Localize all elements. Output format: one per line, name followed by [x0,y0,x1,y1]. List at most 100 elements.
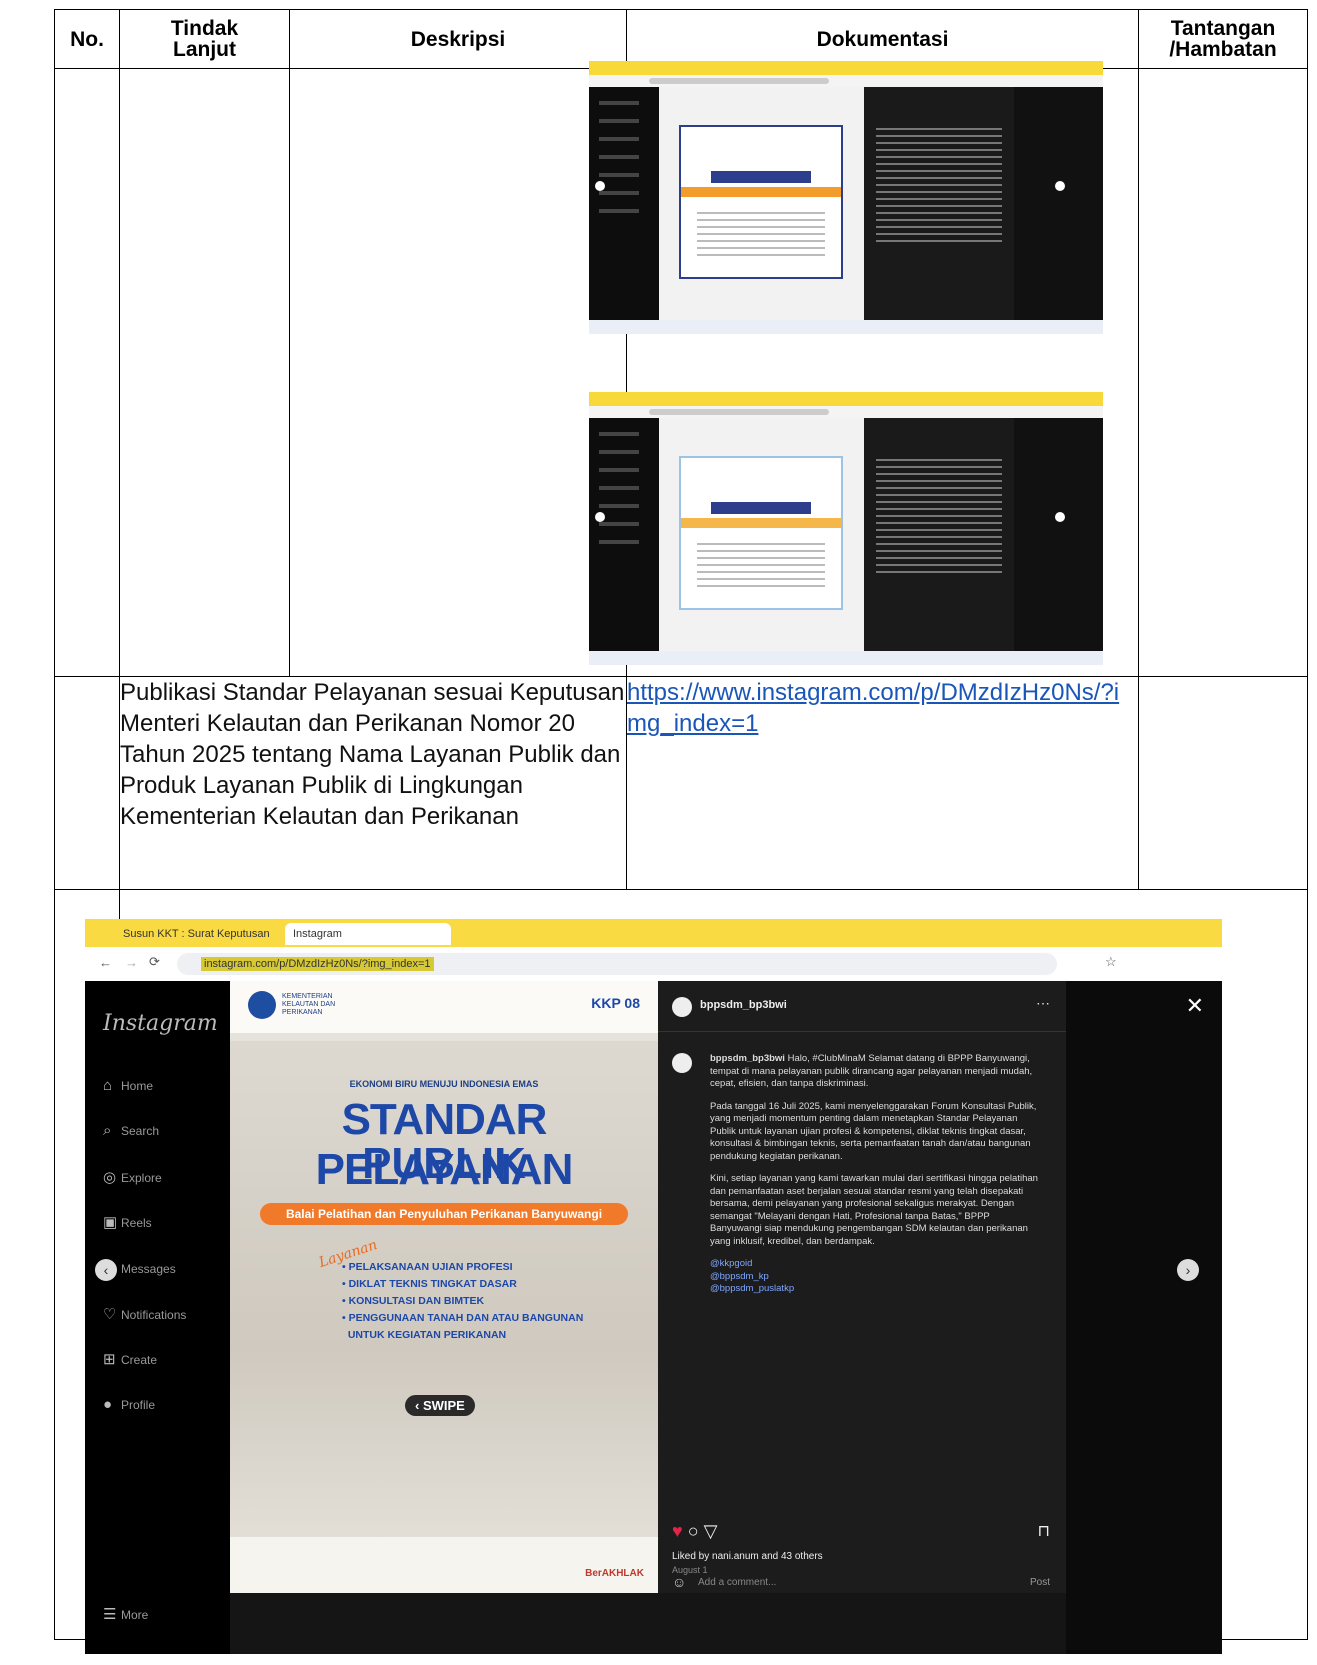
bookmark-star-icon[interactable]: ☆ [1105,954,1117,970]
browser-address-bar: ← → ⟳ instagram.com/p/DMzdIzHz0Ns/?img_i… [85,947,1222,981]
tag-link[interactable]: @kkpgoid [710,1258,1040,1271]
caption-avatar[interactable] [672,1053,692,1073]
nav-notifications[interactable]: ♡ Notifications [103,1305,186,1323]
nav-home[interactable]: ⌂ Home [103,1077,153,1094]
service-item: • PELAKSANAAN UJIAN PROFESI [342,1261,513,1273]
close-icon[interactable]: ✕ [1186,993,1204,1019]
post-title-2: PUBLIK [362,1139,526,1188]
post-image [659,87,864,320]
browser-tabbar [589,61,1103,75]
nav-more[interactable]: ☰ More [103,1605,148,1623]
instagram-screenshot: Susun KKT : Surat Keputusan Instagram ← … [85,919,1222,1654]
back-icon[interactable]: ← [99,955,112,970]
screenshot-thumbnail-2 [589,392,1103,665]
create-icon: ⊞ [103,1351,116,1368]
service-item: • DIKLAT TEKNIS TINGKAT DASAR [342,1278,517,1290]
browser-address-bar [589,406,1103,418]
eco-tagline: EKONOMI BIRU MENUJU INDONESIA EMAS [349,1079,539,1089]
post-footer: BerAKHLAK [230,1537,658,1593]
services-list: • PELAKSANAAN UJIAN PROFESI • DIKLAT TEK… [342,1259,583,1344]
maklumat-card [679,125,843,279]
cell-tantangan-2 [1138,676,1308,890]
kkp-logo [248,991,276,1019]
emoji-icon[interactable]: ☺ [672,1574,686,1590]
berakhlak-logo: BerAKHLAK [585,1568,644,1579]
caption-username[interactable]: bppsdm_bp3bwi [710,1053,785,1064]
tab-susun-kkt[interactable]: Susun KKT : Surat Keputusan [115,923,278,945]
next-arrow-icon[interactable] [1055,512,1065,522]
post-button[interactable]: Post [1030,1577,1050,1588]
cell-desc-1 [289,68,627,677]
background-page [1066,981,1222,1654]
browser-tabbar: Susun KKT : Surat Keputusan Instagram [85,919,1222,947]
header-dokumentasi: Dokumentasi [626,9,1139,69]
header-deskripsi: Deskripsi [289,9,627,69]
publikasi-description: Publikasi Standar Pelayanan sesuai Keput… [119,676,627,890]
comment-icon[interactable]: ○ [688,1521,699,1541]
instagram-logo[interactable]: Instagram [103,1011,218,1036]
next-arrow-icon[interactable] [1055,181,1065,191]
tab-instagram[interactable]: Instagram [285,923,451,945]
nav-profile[interactable]: ● Profile [103,1396,155,1413]
reels-icon: ▣ [103,1214,118,1231]
avatar[interactable] [672,997,692,1017]
heart-icon: ♡ [103,1306,117,1323]
url-input[interactable]: instagram.com/p/DMzdIzHz0Ns/?img_index=1 [177,953,1057,975]
screenshot-thumbnail-1 [589,61,1103,334]
service-item: • PENGGUNAAN TANAH DAN ATAU BANGUNAN [342,1312,584,1324]
next-arrow-icon[interactable]: › [1177,1259,1199,1281]
service-item: • KONSULTASI DAN BIMTEK [342,1295,485,1307]
instagram-sidebar: Instagram ⌂ Home ⌕ Search ◎ Explore ▣ Reels … [85,981,230,1654]
share-icon[interactable]: ▽ [704,1521,718,1541]
save-bookmark-icon[interactable]: ⊓ [1038,1521,1050,1541]
like-icon[interactable]: ♥ [672,1521,683,1541]
cell-tantangan-1 [1138,68,1308,677]
prev-arrow-icon[interactable] [595,512,605,522]
taskbar [589,651,1103,665]
liked-by[interactable]: Liked by nani.anum and 43 others [672,1551,823,1562]
post-image: KEMENTERIAN KELAUTAN DAN PERIKANAN KKP 0… [230,981,658,1593]
prev-arrow-icon[interactable] [595,181,605,191]
menu-icon: ☰ [103,1606,117,1623]
row-publikasi: Publikasi Standar Pelayanan sesuai Keput… [54,676,1308,890]
nav-search[interactable]: ⌕ Search [103,1122,159,1139]
nav-reels[interactable]: ▣ Reels [103,1213,152,1231]
partner-logos: KKP 08 [591,995,640,1011]
explore-icon: ◎ [103,1169,117,1186]
header-no: No. [54,9,120,69]
post-caption: bppsdm_bp3bwi Halo, #ClubMinaM Selamat d… [710,1053,1040,1296]
home-icon: ⌂ [103,1077,113,1094]
post-ribbon: Balai Pelatihan dan Penyuluhan Perikanan… [260,1203,628,1225]
taskbar [589,320,1103,334]
instagram-sidebar [589,418,659,651]
tag-link[interactable]: @bppsdm_kp [710,1271,1040,1284]
caption-paragraph: Kini, setiap layanan yang kami tawarkan … [710,1173,1038,1247]
cell-no-1 [54,68,120,677]
prev-arrow-icon[interactable]: ‹ [95,1259,117,1281]
instagram-link[interactable]: https://www.instagram.com/p/DMzdIzHz0Ns/… [627,679,1119,737]
org-name: KEMENTERIAN KELAUTAN DAN PERIKANAN [282,993,336,1016]
browser-tabbar [589,392,1103,406]
tag-link[interactable]: @bppsdm_puslatkp [710,1283,1040,1296]
browser-address-bar [589,75,1103,87]
cell-no-2 [54,676,120,890]
post-username[interactable]: bppsdm_bp3bwi [700,999,787,1011]
header-tindak-lanjut: Tindak Lanjut [119,9,290,69]
more-options-icon[interactable]: ⋯ [1036,995,1050,1012]
comment-input[interactable]: Add a comment... [698,1577,776,1588]
nav-explore[interactable]: ◎ Explore [103,1168,162,1186]
profile-icon: ● [103,1396,113,1413]
header-row: No. Tindak Lanjut Deskripsi Dokumentasi … [54,9,1308,69]
post-image [659,418,864,651]
header-tantangan: Tantangan /Hambatan [1138,9,1308,69]
cell-link: https://www.instagram.com/p/DMzdIzHz0Ns/… [626,676,1139,890]
forward-icon[interactable]: → [125,955,138,970]
nav-create[interactable]: ⊞ Create [103,1350,157,1368]
swipe-badge: ‹ SWIPE [405,1395,475,1416]
reload-icon[interactable]: ⟳ [149,954,160,970]
cell-tindak-1 [119,68,290,677]
service-item: UNTUK KEGIATAN PERIKANAN [347,1329,507,1341]
search-icon: ⌕ [103,1122,112,1139]
post-actions: ♥ ○ ▽ [672,1521,717,1542]
post-details-panel: bppsdm_bp3bwi ⋯ bppsdm_bp3bwi Halo, #Clu… [658,981,1066,1593]
